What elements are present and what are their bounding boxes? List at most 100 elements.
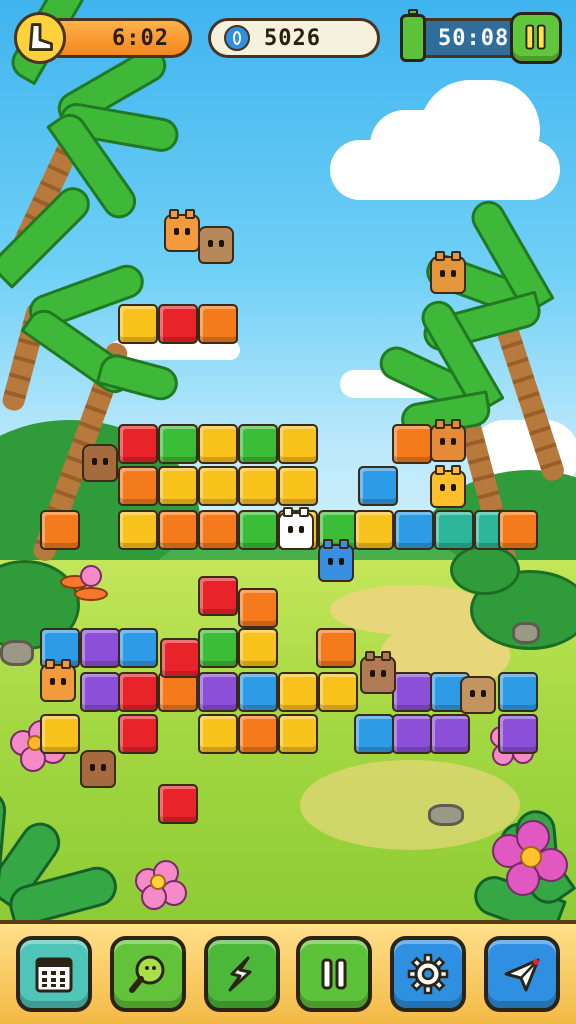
orange-block[interactable] [392,424,432,464]
goat-critter [278,507,314,550]
ear [451,419,461,429]
red-block[interactable] [158,784,198,824]
ear [45,659,55,669]
green-block[interactable] [158,424,198,464]
bush [450,545,520,595]
level-badge[interactable] [14,12,66,64]
gear-icon [407,953,449,995]
sparkle-icon [228,956,252,992]
orange-block[interactable] [498,510,538,550]
ear [451,465,461,475]
box-critter-critter [198,226,234,264]
shuffle-button[interactable] [204,936,280,1012]
blue-block[interactable] [118,628,158,668]
pause-icon [525,24,546,50]
red-block[interactable] [158,304,198,344]
yellow-block[interactable] [278,714,318,754]
orange-block[interactable] [198,304,238,344]
blue-block[interactable] [238,672,278,712]
blue-block[interactable] [498,672,538,712]
bottom-toolbar [0,920,576,1024]
dirt-path [300,760,520,850]
game-scene [0,0,576,1024]
purple-block[interactable] [80,672,120,712]
orange-block[interactable] [238,588,278,628]
green-block[interactable] [198,628,238,668]
blue-block[interactable] [358,466,398,506]
purple-block[interactable] [80,628,120,668]
ear [339,539,349,549]
orange-block[interactable] [118,466,158,506]
orange-block[interactable] [158,672,198,712]
box-critter-critter [460,676,496,714]
orange-block[interactable] [40,510,80,550]
red-block[interactable] [198,576,238,616]
level-value: 6:02 [112,26,169,51]
ear [323,539,333,549]
pause-top-button[interactable] [510,12,562,64]
red-block[interactable] [118,424,158,464]
calendar-icon [35,957,73,993]
search-button[interactable] [110,936,186,1012]
orange-block[interactable] [238,714,278,754]
ear [365,651,375,661]
ear [435,419,445,429]
boot-icon [28,23,53,51]
teal-block[interactable] [434,510,474,550]
yellow-block[interactable] [238,466,278,506]
fox-critter [40,659,76,702]
send-button[interactable] [484,936,560,1012]
ear [299,507,309,517]
green-block[interactable] [238,424,278,464]
pause-icon [321,958,347,990]
yellow-block[interactable] [118,510,158,550]
yellow-block[interactable] [318,672,358,712]
red-block[interactable] [118,672,158,712]
purple-block[interactable] [198,672,238,712]
yellow-block[interactable] [278,424,318,464]
yellow-block[interactable] [158,466,198,506]
battery-icon [400,9,426,62]
green-block[interactable] [238,510,278,550]
box-critter-critter [80,750,116,788]
orange-block[interactable] [316,628,356,668]
yellow-block[interactable] [198,466,238,506]
ear [61,659,71,669]
ear [451,251,461,261]
magnifier-icon [129,955,165,993]
yellow-block[interactable] [354,510,394,550]
red-block[interactable] [160,638,200,678]
fox-critter [430,419,466,462]
cat-critter [318,539,354,582]
yellow-block[interactable] [278,672,318,712]
fox-critter [430,465,466,508]
purple-block[interactable] [430,714,470,754]
yellow-block[interactable] [278,466,318,506]
fox-critter [164,209,200,252]
purple-block[interactable] [392,714,432,754]
fox-critter [430,251,466,294]
blue-block[interactable] [394,510,434,550]
settings-button[interactable] [390,936,466,1012]
purple-block[interactable] [498,714,538,754]
yellow-block[interactable] [238,628,278,668]
red-block[interactable] [118,714,158,754]
paper-plane-icon [504,958,540,992]
cloud [370,110,460,180]
ear [169,209,179,219]
yellow-block[interactable] [198,714,238,754]
calendar-button[interactable] [16,936,92,1012]
yellow-block[interactable] [198,424,238,464]
blue-block[interactable] [354,714,394,754]
deer-critter [360,651,396,694]
orange-block[interactable] [198,510,238,550]
orange-block[interactable] [158,510,198,550]
ear [435,465,445,475]
ear [283,507,293,517]
yellow-block[interactable] [40,714,80,754]
rock [428,804,464,826]
yellow-block[interactable] [118,304,158,344]
coins-value: 5026 [264,26,321,51]
pause-button[interactable] [296,936,372,1012]
purple-block[interactable] [392,672,432,712]
